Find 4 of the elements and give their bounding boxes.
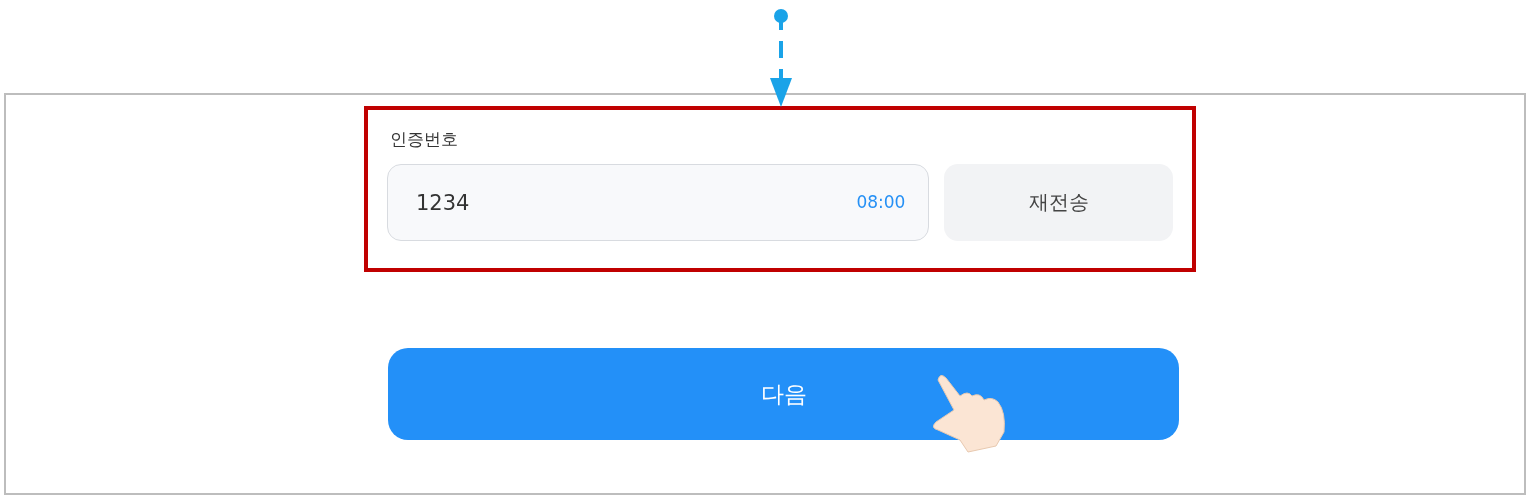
field-label: 인증번호 — [389, 128, 459, 150]
resend-button[interactable]: 재전송 — [944, 164, 1173, 241]
down-arrow-icon — [768, 6, 794, 107]
countdown-timer: 08:00 — [856, 192, 906, 212]
